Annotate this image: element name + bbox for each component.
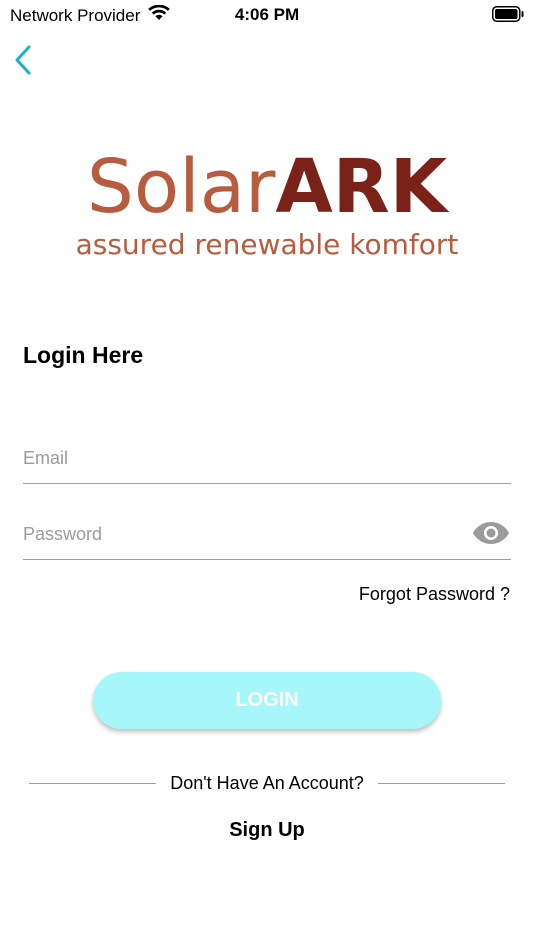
toggle-password-visibility-button[interactable]: [471, 518, 511, 548]
no-account-text: Don't Have An Account?: [170, 772, 364, 793]
back-button[interactable]: [8, 42, 38, 78]
login-button[interactable]: LOGIN: [93, 672, 441, 729]
login-screen: Network Provider 4:06 PM SolarARK assure…: [0, 0, 534, 950]
logo-wordmark: SolarARK: [0, 150, 534, 224]
sign-up-link[interactable]: Sign Up: [0, 819, 534, 842]
divider-line-left: [29, 782, 157, 784]
password-field-container: [23, 510, 511, 560]
logo-tagline: assured renewable komfort: [75, 228, 459, 261]
password-field[interactable]: [23, 510, 511, 559]
email-field[interactable]: [23, 434, 511, 483]
forgot-password-link[interactable]: Forgot Password ?: [359, 584, 510, 605]
logo-ark-text: ARK: [275, 144, 448, 230]
status-bar: Network Provider 4:06 PM: [0, 0, 534, 30]
account-divider: Don't Have An Account?: [29, 772, 505, 794]
eye-icon: [473, 522, 509, 544]
email-field-container: [23, 434, 511, 484]
page-title: Login Here: [23, 342, 144, 368]
solarark-logo: SolarARK assured renewable komfort: [0, 150, 534, 261]
battery-icon: [492, 6, 524, 22]
divider-line-right: [377, 782, 505, 784]
status-time: 4:06 PM: [234, 5, 300, 24]
logo-solar-text: Solar: [86, 144, 276, 230]
chevron-left-icon: [15, 45, 31, 75]
